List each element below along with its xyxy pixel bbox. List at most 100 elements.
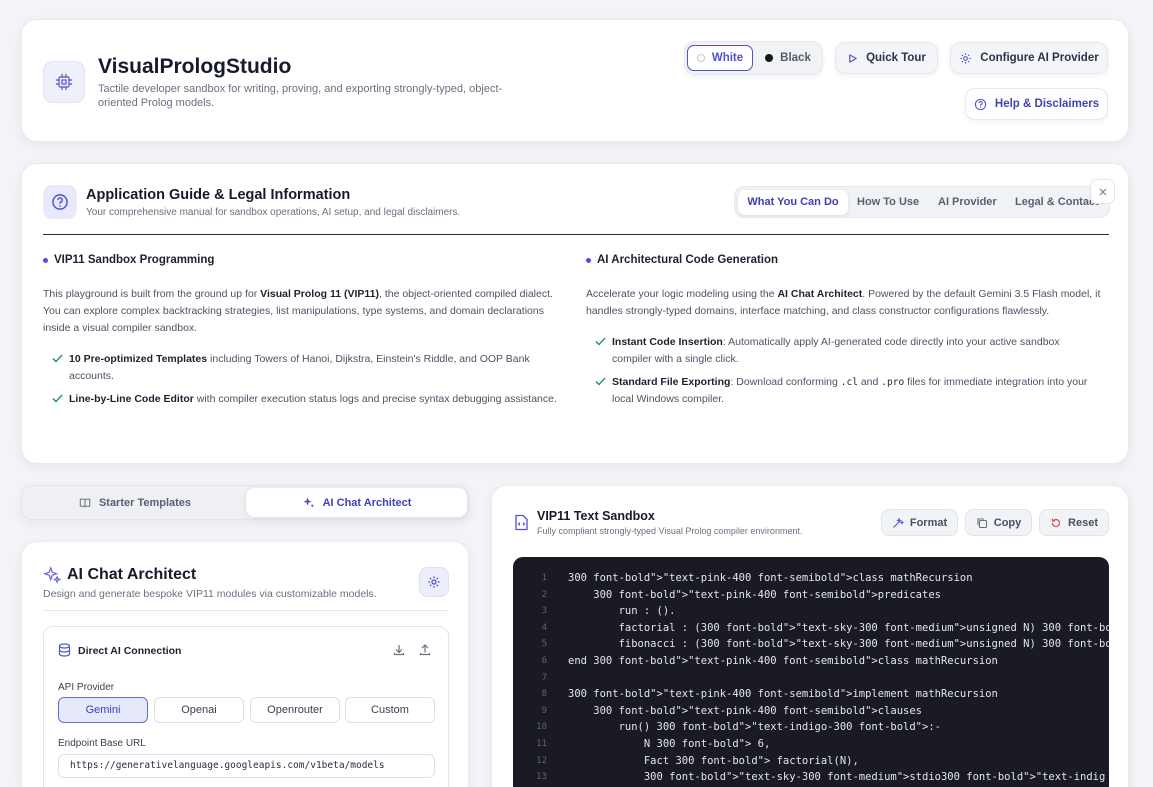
theme-white-label: White [711, 52, 744, 64]
help-label: Help & Disclaimers [994, 98, 1100, 110]
code-line[interactable]: 5 fibonacci : (300 font-bold">"text-sky-… [513, 636, 1109, 652]
reset-icon [1051, 518, 1061, 527]
ai-chat-architect-bold: AI Chat Architect [777, 288, 863, 300]
feature-item: Standard File Exporting: Download confor… [586, 374, 1101, 408]
line-text: 300 font-bold">"text-pink-400 font-semib… [568, 572, 973, 584]
radio-filled-icon [765, 54, 774, 62]
sandbox-description: This playground is built from the ground… [43, 286, 558, 337]
provider-openai-button[interactable]: Openai [154, 697, 244, 723]
tab-starter-templates[interactable]: Starter Templates [25, 488, 245, 517]
text-span: This playground is built from the ground… [43, 288, 261, 300]
guide-divider [43, 234, 1109, 235]
sparkles-icon [43, 566, 61, 584]
tab-ai-provider[interactable]: AI Provider [930, 190, 1005, 215]
line-number: 8 [541, 689, 547, 700]
tab-how-to-use[interactable]: How To Use [849, 190, 927, 215]
download-icon[interactable] [393, 644, 405, 656]
format-button[interactable]: Format [881, 509, 958, 536]
chat-divider [43, 610, 449, 611]
line-text: run : (). [568, 605, 676, 618]
configure-ai-provider-button[interactable]: Configure AI Provider [950, 42, 1108, 74]
upload-icon[interactable] [419, 644, 431, 656]
line-number: 2 [541, 589, 547, 600]
copy-icon [977, 517, 987, 528]
app-header: VisualPrologStudio Tactile developer san… [21, 19, 1129, 142]
text-span: Accelerate your logic modeling using the [586, 288, 778, 300]
provider-custom-button[interactable]: Custom [345, 697, 435, 723]
code-line[interactable]: 8 300 font-bold">"text-pink-400 font-semi… [513, 686, 1109, 702]
check-icon [52, 394, 63, 403]
code-line[interactable]: 7 [513, 670, 1109, 686]
line-number: 3 [541, 606, 547, 617]
line-number: 9 [541, 705, 547, 716]
guide-title: Application Guide & Legal Information [86, 187, 351, 203]
sandbox-programming-section: VIP11 Sandbox Programming This playgroun… [43, 254, 558, 408]
check-icon [595, 337, 606, 346]
code-file-icon [515, 514, 528, 531]
connection-title: Direct AI Connection [78, 645, 182, 657]
check-icon [52, 354, 63, 363]
ai-generation-heading: AI Architectural Code Generation [597, 254, 779, 266]
line-text: fibonacci : (300 font-bold">"text-sky-30… [568, 638, 1109, 651]
reset-label: Reset [1068, 516, 1098, 529]
code-line[interactable]: 1 300 font-bold">"text-pink-400 font-semi… [513, 570, 1109, 586]
feature-item: 10 Pre-optimized Templates including Tow… [43, 351, 558, 385]
code-line[interactable]: 4 factorial : (300 font-bold">"text-sky-… [513, 620, 1109, 636]
theme-white-button[interactable]: White [687, 45, 753, 71]
close-icon [1099, 188, 1106, 195]
direct-ai-connection-card: Direct AI Connection API Provider Gemini… [43, 626, 449, 787]
guide-subtitle: Your comprehensive manual for sandbox op… [86, 207, 461, 218]
guide-tabs: What You Can Do How To Use AI Provider L… [734, 186, 1110, 218]
copy-button[interactable]: Copy [965, 509, 1032, 536]
cl-extension: .cl [840, 377, 858, 388]
question-circle-icon [43, 185, 77, 219]
line-number: 6 [541, 656, 547, 666]
tab-ai-chat-architect[interactable]: AI Chat Architect [246, 488, 467, 517]
theme-black-button[interactable]: Black [757, 45, 819, 71]
line-number: 5 [541, 639, 547, 650]
line-text: Fact 300 font-bold"> factorial(N), [568, 754, 859, 767]
line-text: 300 font-bold">"text-sky-300 font-medium… [568, 771, 1106, 784]
endpoint-input[interactable]: https://generativelanguage.googleapis.co… [58, 754, 435, 778]
tab-what-you-can-do[interactable]: What You Can Do [738, 190, 848, 215]
feature-bold: Instant Code Insertion [612, 336, 723, 348]
feature-text: and [857, 376, 882, 388]
reset-button[interactable]: Reset [1039, 509, 1109, 536]
ai-chat-architect-tab-label: AI Chat Architect [322, 496, 412, 509]
pro-extension: .pro [881, 377, 905, 388]
code-line[interactable]: 3 run : (). [513, 603, 1109, 619]
chat-subtitle: Design and generate bespoke VIP11 module… [43, 588, 377, 600]
code-line[interactable]: 13 300 font-bold">"text-sky-300 font-med… [513, 769, 1109, 785]
sparkles-icon [302, 497, 314, 508]
quick-tour-label: Quick Tour [866, 52, 926, 64]
help-disclaimers-button[interactable]: Help & Disclaimers [965, 88, 1108, 120]
code-line[interactable]: 2 300 font-bold">"text-pink-400 font-sem… [513, 587, 1109, 603]
editor-subtitle: Fully compliant strongly-typed Visual Pr… [537, 526, 803, 536]
app-title: VisualPrologStudio [98, 55, 292, 78]
app-subtitle: Tactile developer sandbox for writing, p… [98, 83, 503, 109]
api-provider-label: API Provider [58, 682, 115, 693]
format-label: Format [909, 516, 948, 529]
line-text: 300 font-bold">"text-pink-400 font-semib… [568, 588, 941, 601]
provider-openrouter-button[interactable]: Openrouter [250, 697, 340, 723]
text-sandbox-panel: VIP11 Text Sandbox Fully compliant stron… [491, 485, 1129, 787]
code-editor[interactable]: 1 300 font-bold">"text-pink-400 font-semi… [513, 557, 1109, 787]
chat-settings-button[interactable] [419, 567, 449, 597]
line-number: 4 [541, 622, 547, 633]
line-number: 13 [536, 772, 547, 783]
code-line[interactable]: 11 N 300 font-bold"> 6, [513, 736, 1109, 752]
ai-generation-description: Accelerate your logic modeling using the… [586, 286, 1101, 320]
provider-gemini-button[interactable]: Gemini [58, 697, 148, 723]
quick-tour-button[interactable]: Quick Tour [835, 42, 938, 74]
line-number: 7 [541, 672, 547, 683]
feature-bold: Line-by-Line Code Editor [69, 393, 194, 405]
help-circle-icon [974, 98, 987, 110]
close-guide-button[interactable] [1090, 179, 1115, 204]
vip11-bold: Visual Prolog 11 (VIP11) [260, 288, 379, 300]
code-line[interactable]: 12 Fact 300 font-bold"> factorial(N), [513, 753, 1109, 769]
radio-empty-icon [696, 54, 705, 62]
feature-bold: Standard File Exporting [612, 376, 731, 388]
code-line[interactable]: 6 end 300 font-bold">"text-pink-400 font-… [513, 653, 1109, 669]
code-line[interactable]: 10 run() 300 font-bold">"text-indigo-300… [513, 719, 1109, 735]
code-line[interactable]: 9 300 font-bold">"text-pink-400 font-sem… [513, 703, 1109, 719]
